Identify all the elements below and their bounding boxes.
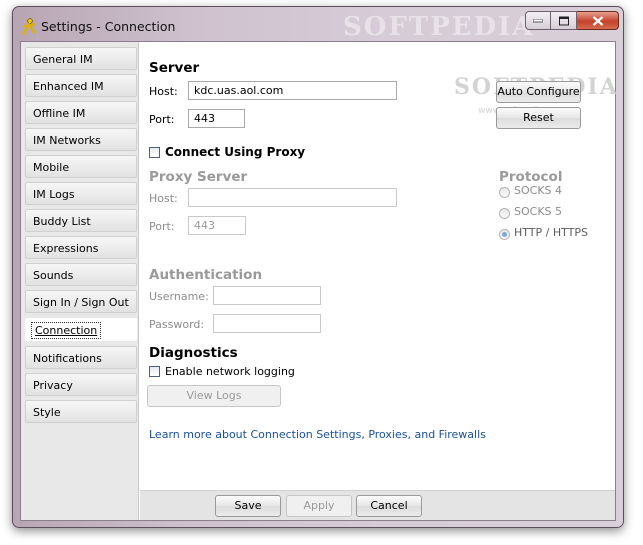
sidebar-item-buddy-list[interactable]: Buddy List	[25, 209, 137, 232]
connect-using-proxy-label: Connect Using Proxy	[165, 145, 306, 159]
sidebar-item-label: IM Logs	[33, 188, 75, 201]
auto-configure-button[interactable]: Auto Configure	[496, 81, 581, 103]
sidebar-item-label: Expressions	[33, 242, 99, 255]
network-logging-label: Enable network logging	[165, 365, 295, 378]
sidebar-item-label: Sign In / Sign Out	[33, 296, 129, 309]
protocol-radio-socks-5[interactable]	[499, 208, 510, 219]
sidebar-item-mobile[interactable]: Mobile	[25, 155, 137, 178]
protocol-heading: Protocol	[499, 169, 563, 185]
connection-panel: SOFTPEDIA www.softpedia.com Server Host:…	[140, 42, 617, 490]
sidebar-item-im-logs[interactable]: IM Logs	[25, 182, 137, 205]
reset-button[interactable]: Reset	[496, 107, 581, 129]
apply-button[interactable]: Apply	[286, 495, 352, 517]
settings-client-area: General IM Enhanced IM Offline IM IM Networ…	[20, 41, 617, 521]
password-input[interactable]	[213, 314, 321, 333]
window-controls	[525, 11, 619, 30]
sidebar-item-label: IM Networks	[33, 134, 101, 147]
server-port-input[interactable]: 443	[188, 109, 245, 128]
sidebar-item-general-im[interactable]: General IM	[25, 47, 137, 70]
proxy-host-label: Host:	[149, 192, 178, 205]
username-label: Username:	[149, 290, 209, 303]
dialog-button-bar: Save Apply Cancel	[140, 490, 615, 520]
server-host-label: Host:	[149, 85, 178, 98]
sidebar-item-sounds[interactable]: Sounds	[25, 263, 137, 286]
sidebar-item-label: Mobile	[33, 161, 70, 174]
sidebar-item-sign-in-sign-out[interactable]: Sign In / Sign Out	[25, 290, 137, 313]
protocol-option-label: SOCKS 5	[514, 205, 563, 218]
protocol-radio-http-https[interactable]	[499, 229, 510, 240]
sidebar-item-label: General IM	[33, 53, 93, 66]
server-port-label: Port:	[149, 113, 175, 126]
sidebar-item-privacy[interactable]: Privacy	[25, 373, 137, 396]
close-icon	[592, 15, 603, 26]
save-button[interactable]: Save	[215, 495, 281, 517]
authentication-heading: Authentication	[149, 267, 263, 283]
protocol-radio-socks-4[interactable]	[499, 187, 510, 198]
cancel-button[interactable]: Cancel	[356, 495, 422, 517]
sidebar-item-label: Style	[33, 406, 61, 419]
diagnostics-heading: Diagnostics	[149, 345, 238, 361]
sidebar-item-offline-im[interactable]: Offline IM	[25, 101, 137, 124]
server-heading: Server	[149, 60, 200, 76]
sidebar-item-label: Enhanced IM	[33, 80, 104, 93]
username-input[interactable]	[213, 286, 321, 305]
sidebar-item-label: Privacy	[33, 379, 73, 392]
password-label: Password:	[149, 318, 205, 331]
sidebar-item-im-networks[interactable]: IM Networks	[25, 128, 137, 151]
sidebar-item-style[interactable]: Style	[25, 400, 137, 423]
sidebar-item-label: Connection	[30, 322, 102, 339]
connection-help-link[interactable]: Learn more about Connection Settings, Pr…	[149, 428, 486, 441]
proxy-host-input[interactable]	[188, 188, 397, 207]
minimize-icon	[533, 18, 543, 22]
protocol-option-label: SOCKS 4	[514, 184, 563, 197]
sidebar-item-enhanced-im[interactable]: Enhanced IM	[25, 74, 137, 97]
minimize-button[interactable]	[525, 11, 551, 30]
proxy-port-label: Port:	[149, 220, 175, 233]
protocol-option-label: HTTP / HTTPS	[514, 226, 588, 239]
close-button[interactable]	[577, 11, 619, 30]
maximize-icon	[558, 16, 569, 25]
maximize-button[interactable]	[551, 11, 577, 30]
sidebar-item-expressions[interactable]: Expressions	[25, 236, 137, 259]
sidebar-item-connection[interactable]: Connection	[25, 318, 137, 341]
proxy-port-input[interactable]: 443	[188, 216, 246, 235]
sidebar-item-label: Sounds	[33, 269, 74, 282]
title-bar[interactable]: Settings - Connection SOFTPEDIA	[13, 7, 623, 42]
connect-using-proxy-checkbox[interactable]	[149, 147, 160, 158]
sidebar-item-label: Notifications	[33, 352, 102, 365]
sidebar-item-label: Offline IM	[33, 107, 86, 120]
view-logs-button[interactable]: View Logs	[147, 385, 281, 407]
server-host-input[interactable]: kdc.uas.aol.com	[188, 81, 397, 100]
aim-running-man-icon	[21, 18, 37, 36]
sidebar-item-label: Buddy List	[33, 215, 91, 228]
network-logging-checkbox[interactable]	[149, 366, 160, 377]
settings-sidebar: General IM Enhanced IM Offline IM IM Networ…	[21, 42, 139, 520]
sidebar-item-notifications[interactable]: Notifications	[25, 346, 137, 369]
proxy-server-heading: Proxy Server	[149, 169, 248, 185]
settings-window: Settings - Connection SOFTPEDIA General …	[12, 6, 624, 528]
titlebar-watermark: SOFTPEDIA	[343, 12, 535, 42]
window-title: Settings - Connection	[41, 19, 176, 34]
